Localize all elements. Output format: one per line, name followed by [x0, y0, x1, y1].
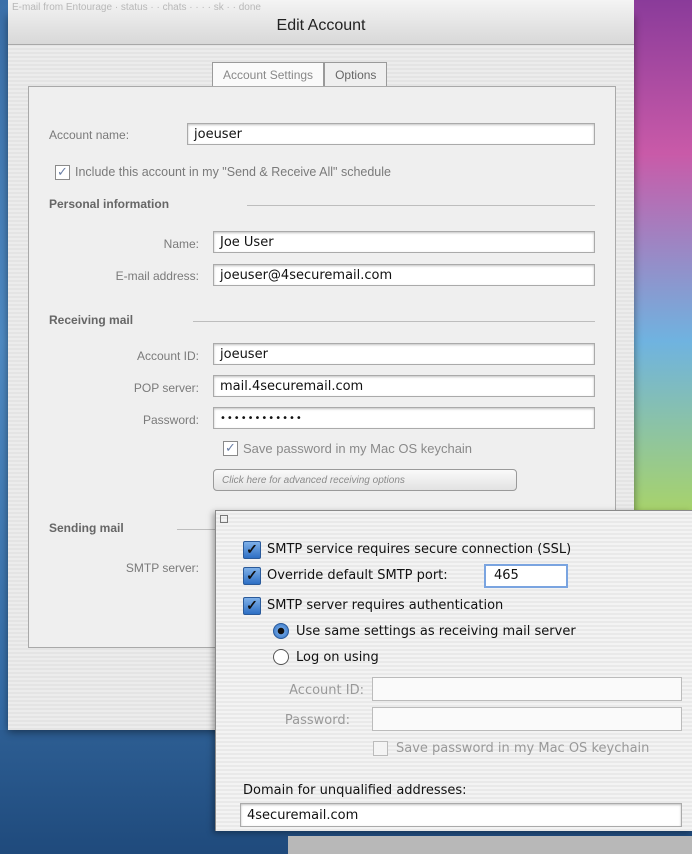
account-name-label: Account name:: [49, 128, 130, 142]
radio-log-on-using-label: Log on using: [296, 650, 379, 665]
personal-info-divider: [247, 205, 595, 206]
domain-field[interactable]: 4securemail.com: [240, 803, 682, 827]
name-label: Name:: [163, 237, 199, 251]
account-id-field[interactable]: joeuser: [213, 343, 595, 365]
override-port-label: Override default SMTP port:: [267, 568, 448, 583]
override-port-checkbox[interactable]: ✓: [243, 567, 261, 585]
resize-grip-icon[interactable]: [220, 515, 228, 523]
include-send-receive-label: Include this account in my "Send & Recei…: [75, 165, 391, 179]
smtp-account-id-field[interactable]: [372, 677, 682, 701]
email-field[interactable]: joeuser@4securemail.com: [213, 264, 595, 286]
smtp-password-label: Password:: [284, 713, 350, 728]
pop-server-label: POP server:: [133, 381, 199, 395]
smtp-password-field[interactable]: [372, 707, 682, 731]
ssl-label: SMTP service requires secure connection …: [267, 542, 572, 557]
name-field[interactable]: Joe User: [213, 231, 595, 253]
background-window-title: E-mail from Entourage · status · · chats…: [12, 2, 261, 13]
radio-log-on-using[interactable]: [273, 649, 289, 665]
include-send-receive-checkbox[interactable]: ✓: [55, 165, 70, 180]
smtp-auth-checkbox[interactable]: ✓: [243, 597, 261, 615]
domain-label: Domain for unqualified addresses:: [243, 783, 467, 798]
account-id-label: Account ID:: [136, 349, 199, 363]
smtp-save-password-label: Save password in my Mac OS keychain: [396, 741, 650, 756]
smtp-server-label: SMTP server:: [125, 561, 199, 575]
password-label: Password:: [142, 413, 199, 427]
save-password-checkbox[interactable]: ✓: [223, 441, 238, 456]
smtp-port-field[interactable]: 465: [484, 564, 568, 588]
radio-same-settings-label: Use same settings as receiving mail serv…: [296, 624, 576, 639]
bottom-strip: [288, 836, 692, 854]
sending-mail-divider: [177, 529, 217, 530]
advanced-receiving-options-button[interactable]: Click here for advanced receiving option…: [213, 469, 517, 491]
smtp-options-dialog: ✓ SMTP service requires secure connectio…: [215, 510, 692, 831]
sending-mail-heading: Sending mail: [49, 521, 124, 535]
pop-server-field[interactable]: mail.4securemail.com: [213, 375, 595, 397]
receiving-mail-heading: Receiving mail: [49, 313, 134, 327]
tab-account-settings[interactable]: Account Settings: [212, 62, 325, 88]
tab-options[interactable]: Options: [324, 62, 388, 88]
password-field[interactable]: ••••••••••••: [213, 407, 595, 429]
smtp-save-password-checkbox[interactable]: [373, 741, 388, 756]
ssl-checkbox[interactable]: ✓: [243, 541, 261, 559]
window-titlebar[interactable]: E-mail from Entourage · status · · chats…: [8, 0, 634, 45]
smtp-account-id-label: Account ID:: [289, 683, 364, 698]
personal-info-heading: Personal information: [49, 197, 170, 211]
email-label: E-mail address:: [115, 269, 199, 283]
smtp-auth-label: SMTP server requires authentication: [267, 598, 504, 613]
window-title: Edit Account: [276, 17, 366, 34]
account-name-field[interactable]: joeuser: [187, 123, 595, 145]
receiving-mail-divider: [193, 321, 595, 322]
save-password-label: Save password in my Mac OS keychain: [243, 441, 473, 456]
radio-same-settings[interactable]: [273, 623, 289, 639]
tab-bar: Account Settings Options: [212, 62, 388, 88]
